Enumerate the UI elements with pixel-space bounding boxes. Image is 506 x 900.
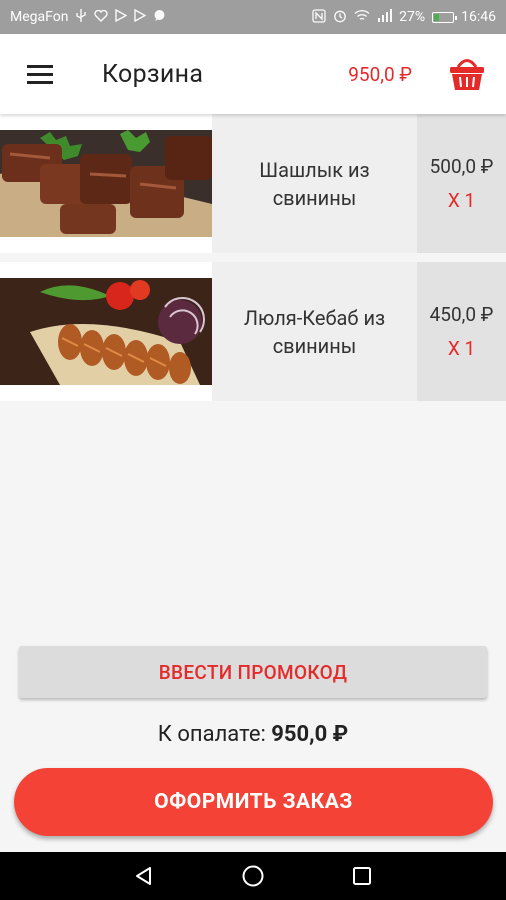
alarm-icon [333,9,347,26]
item-price: 450,0 ₽ [429,303,494,326]
signal-icon [377,9,393,25]
wifi-icon [354,9,370,25]
page-title: Корзина [102,59,204,89]
battery-fill [434,13,440,21]
checkout-button[interactable]: ОФОРМИТЬ ЗАКАЗ [14,768,493,836]
home-icon[interactable] [233,856,273,896]
total-amount: 950,0 ₽ [271,722,349,747]
menu-line [27,80,53,84]
header-total: 950,0 ₽ [348,62,412,86]
recents-icon[interactable] [342,856,382,896]
status-left: MegaFon [10,8,166,25]
usb-icon [75,9,87,25]
menu-line [27,72,53,76]
chat-icon [153,9,166,25]
nfc-icon [312,8,326,26]
item-quantity[interactable]: X 1 [448,189,475,212]
promo-code-button[interactable]: ВВЕСТИ ПРОМОКОД [19,646,487,698]
status-time: 16:46 [461,9,496,25]
basket-icon[interactable] [445,52,489,96]
cart-item[interactable]: Шашлык из свинины 500,0 ₽ X 1 [0,114,506,253]
item-price: 500,0 ₽ [429,155,494,178]
status-right: 27% 16:46 [312,8,496,26]
item-price-qty: 500,0 ₽ X 1 [417,114,506,253]
menu-line [27,64,53,68]
total-to-pay: К опалате: 950,0 ₽ [0,722,506,747]
battery-icon [432,11,458,23]
cart-list: Шашлык из свинины 500,0 ₽ X 1 Люля-Кебаб… [0,114,506,410]
status-bar: MegaFon 27% 16:46 [0,0,506,34]
item-quantity[interactable]: X 1 [448,337,475,360]
carrier-name: MegaFon [10,9,69,25]
back-icon[interactable] [124,856,164,896]
cart-item[interactable]: Люля-Кебаб из свинины 450,0 ₽ X 1 [0,262,506,401]
grilled-pork-shashlik-image [0,114,212,253]
item-price-qty: 450,0 ₽ X 1 [417,262,506,401]
app-bar: Корзина 950,0 ₽ [0,34,506,114]
battery-percent: 27% [399,9,426,25]
heart-icon [94,9,109,25]
lula-kebab-skewers-image [0,262,212,401]
system-nav-bar [0,852,506,900]
item-name: Шашлык из свинины [212,114,417,253]
total-label: К опалате: [157,722,266,747]
menu-icon[interactable] [0,34,80,114]
item-name: Люля-Кебаб из свинины [212,262,417,401]
play-store-icon [115,8,128,25]
play-store-icon [134,8,147,25]
